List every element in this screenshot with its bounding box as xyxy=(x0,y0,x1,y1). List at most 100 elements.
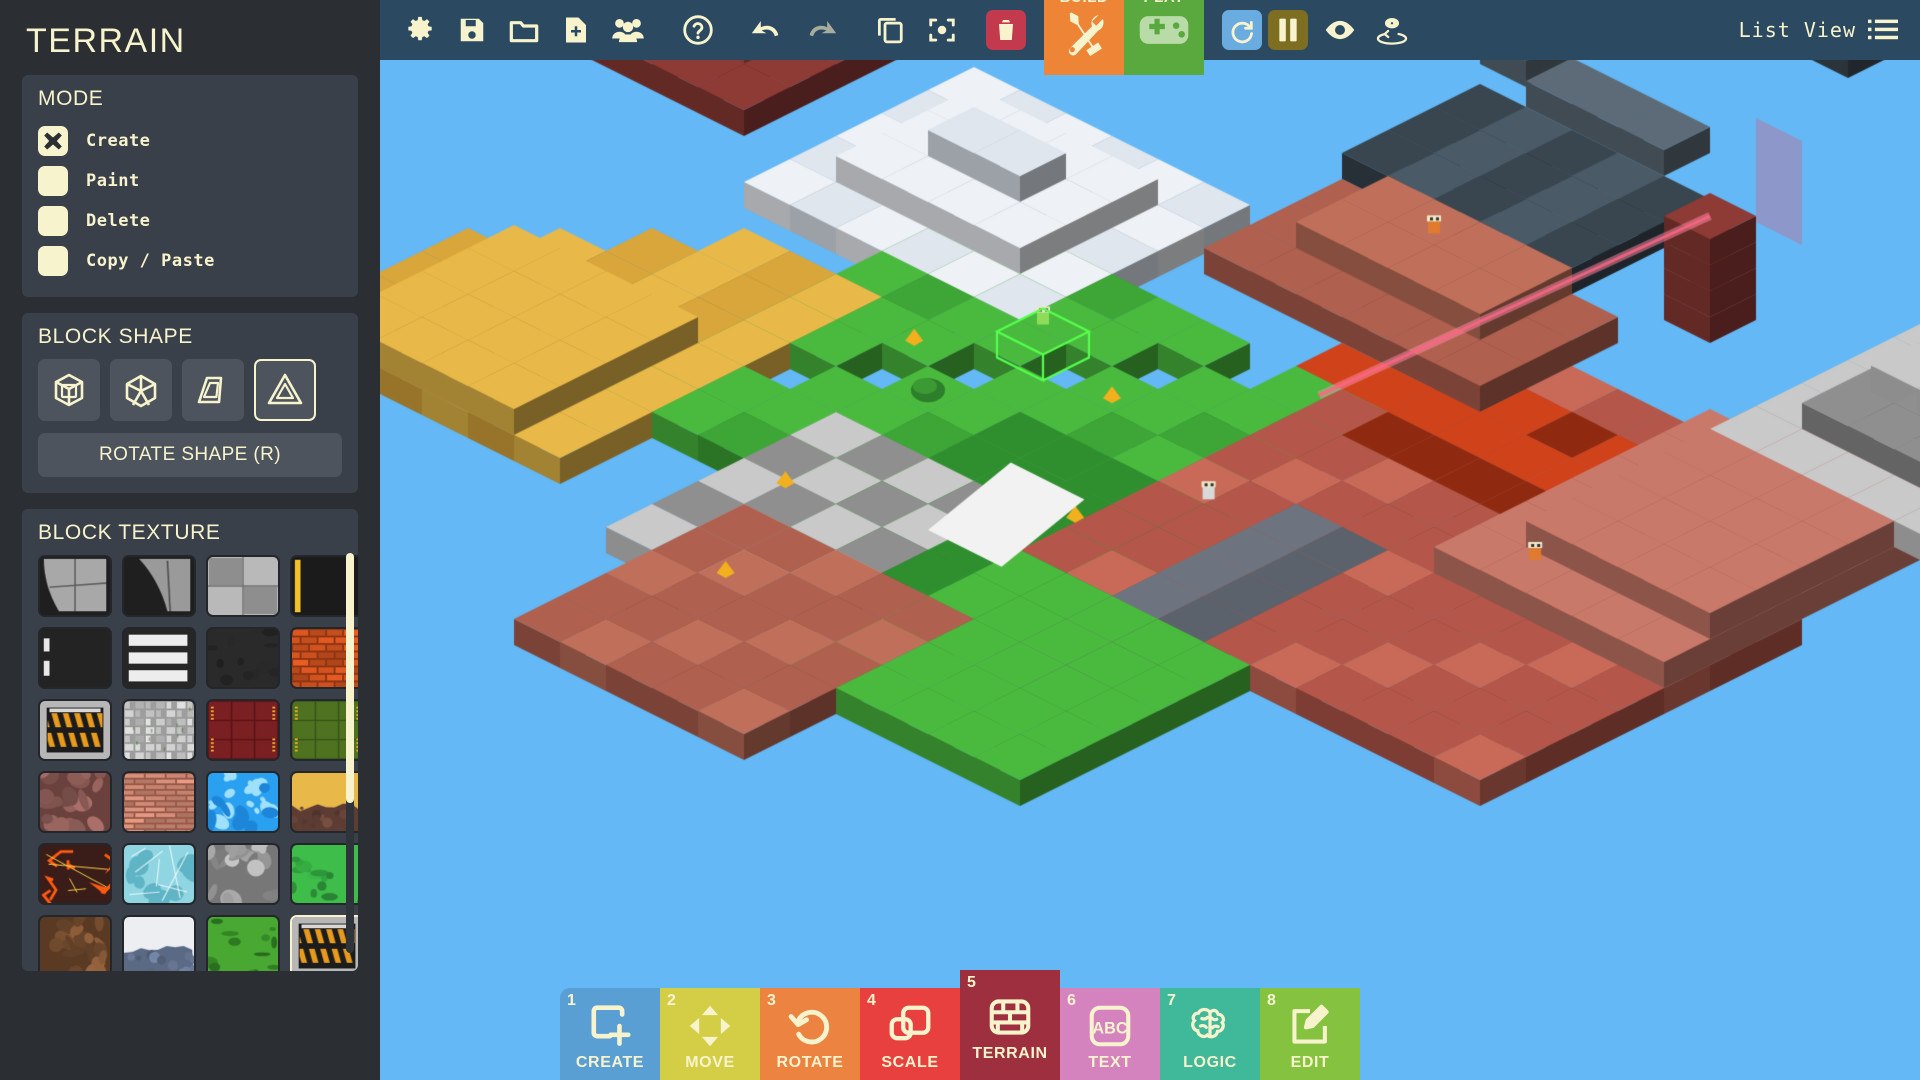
play-mode-label: PLAY xyxy=(1143,0,1184,6)
ramp-shape[interactable] xyxy=(182,359,244,421)
settings-gear-icon[interactable] xyxy=(394,4,446,56)
texture-tile-lava-rock[interactable] xyxy=(38,843,112,905)
mode-checkbox[interactable] xyxy=(38,126,68,156)
texture-swatch xyxy=(208,917,278,971)
scale-icon xyxy=(887,1002,933,1050)
reset-icon[interactable] xyxy=(1222,10,1262,50)
tool-hotkey-number: 4 xyxy=(867,992,876,1009)
tool-label: MOVE xyxy=(685,1054,735,1071)
mode-checkbox[interactable] xyxy=(38,206,68,236)
tool-button-rotate[interactable]: 3 ROTATE xyxy=(760,988,860,1080)
texture-tile-snow-white[interactable] xyxy=(122,915,196,971)
texture-swatch xyxy=(40,845,110,903)
pause-icon[interactable] xyxy=(1268,10,1308,50)
texture-swatch xyxy=(208,701,278,759)
texture-tile-grass-top-green[interactable] xyxy=(206,915,280,971)
block-texture-grid xyxy=(38,555,358,971)
redo-icon[interactable] xyxy=(794,4,846,56)
tool-hotkey-number: 8 xyxy=(1267,992,1276,1009)
texture-tile-stone-corner-dark[interactable] xyxy=(122,555,196,617)
build-mode-label: BUILD xyxy=(1060,0,1109,6)
help-icon[interactable] xyxy=(672,4,724,56)
mode-option-copy-paste[interactable]: Copy / Paste xyxy=(38,241,342,281)
page-title: TERRAIN xyxy=(26,22,186,60)
new-file-icon[interactable] xyxy=(550,4,602,56)
texture-tile-plain-dark[interactable] xyxy=(206,627,280,689)
terrain-panel: TERRAIN MODE Create Paint Delete Copy / Pas… xyxy=(0,0,380,1080)
block-shape-options xyxy=(38,359,342,421)
check-x-icon xyxy=(44,132,62,150)
tool-button-create[interactable]: 1 CREATE xyxy=(560,988,660,1080)
block-shape-card: BLOCK SHAPE ROTATE SHAPE (R) xyxy=(22,313,358,493)
cube-shape[interactable] xyxy=(38,359,100,421)
rotate-shape-button[interactable]: ROTATE SHAPE (R) xyxy=(38,433,342,477)
eye-visibility-icon[interactable] xyxy=(1314,4,1366,56)
tool-button-terrain[interactable]: 5 TERRAIN xyxy=(960,970,1060,1080)
mode-option-delete[interactable]: Delete xyxy=(38,201,342,241)
texture-swatch xyxy=(40,773,110,831)
texture-swatch xyxy=(124,773,194,831)
edit-pencil-icon xyxy=(1287,1002,1333,1050)
mode-checkbox[interactable] xyxy=(38,166,68,196)
duplicate-icon[interactable] xyxy=(864,4,916,56)
block-shape-header: BLOCK SHAPE xyxy=(38,325,193,348)
list-view-label: List View xyxy=(1738,18,1856,42)
tool-label: CREATE xyxy=(575,1054,645,1071)
texture-tile-hazard-crate[interactable] xyxy=(38,699,112,761)
tool-button-edit[interactable]: 8 EDIT xyxy=(1260,988,1360,1080)
texture-tile-salmon-brick-wall[interactable] xyxy=(122,771,196,833)
texture-scrollbar-thumb[interactable] xyxy=(346,553,354,803)
texture-tile-water-blue[interactable] xyxy=(206,771,280,833)
texture-swatch xyxy=(40,701,110,759)
undo-icon[interactable] xyxy=(742,4,794,56)
top-toolbar: BUILD PLAY xyxy=(380,0,1920,75)
texture-tile-stone-slab-dark[interactable] xyxy=(38,555,112,617)
corner-ramp-shape[interactable] xyxy=(254,359,316,421)
texture-tile-grey-cobble-path[interactable] xyxy=(122,699,196,761)
tool-button-text[interactable]: 6 ABC TEXT xyxy=(1060,988,1160,1080)
texture-swatch xyxy=(124,845,194,903)
mode-list: Create Paint Delete Copy / Paste xyxy=(38,121,342,281)
texture-swatch xyxy=(208,773,278,831)
tool-label: EDIT xyxy=(1290,1054,1330,1071)
mode-option-paint[interactable]: Paint xyxy=(38,161,342,201)
texture-tile-white-bars-dark[interactable] xyxy=(122,627,196,689)
mode-checkbox[interactable] xyxy=(38,246,68,276)
orbit-camera-icon[interactable] xyxy=(1366,4,1418,56)
open-folder-icon[interactable] xyxy=(498,4,550,56)
multiplayer-icon[interactable] xyxy=(602,4,654,56)
tool-label: ROTATE xyxy=(776,1054,844,1071)
list-view-button[interactable]: List View xyxy=(1739,18,1898,42)
build-mode-button[interactable]: BUILD xyxy=(1044,0,1124,75)
tool-hotkey-number: 5 xyxy=(967,974,976,991)
texture-swatch xyxy=(124,917,194,971)
texture-tile-dark-panel-marks[interactable] xyxy=(38,627,112,689)
mode-option-label: Copy / Paste xyxy=(86,251,215,271)
texture-tile-red-metal-grid[interactable] xyxy=(206,699,280,761)
texture-swatch xyxy=(124,629,194,687)
texture-tile-ice-blue[interactable] xyxy=(122,843,196,905)
save-icon[interactable] xyxy=(446,4,498,56)
wedge-shape[interactable] xyxy=(110,359,172,421)
tool-hotkey-number: 1 xyxy=(567,992,576,1009)
block-texture-header: BLOCK TEXTURE xyxy=(38,521,221,544)
level-editor-app: BUILD PLAY xyxy=(0,0,1920,1080)
delete-trash-icon[interactable] xyxy=(986,10,1026,50)
texture-swatch xyxy=(40,557,110,615)
texture-tile-grey-stone[interactable] xyxy=(206,843,280,905)
scene-canvas[interactable] xyxy=(380,0,1920,1080)
tool-button-scale[interactable]: 4 SCALE xyxy=(860,988,960,1080)
mode-option-create[interactable]: Create xyxy=(38,121,342,161)
brain-icon xyxy=(1187,1002,1233,1050)
tool-label: TERRAIN xyxy=(972,1045,1048,1062)
rotate-icon xyxy=(787,1002,833,1050)
texture-tile-brown-dirt[interactable] xyxy=(38,915,112,971)
texture-tile-stone-tiles-light[interactable] xyxy=(206,555,280,617)
tool-button-logic[interactable]: 7 LOGIC xyxy=(1160,988,1260,1080)
focus-icon[interactable] xyxy=(916,4,968,56)
texture-scrollbar[interactable] xyxy=(346,553,354,953)
3d-level-viewport[interactable] xyxy=(380,0,1920,1080)
tool-button-move[interactable]: 2 MOVE xyxy=(660,988,760,1080)
texture-tile-red-rock[interactable] xyxy=(38,771,112,833)
play-mode-button[interactable]: PLAY xyxy=(1124,0,1204,75)
